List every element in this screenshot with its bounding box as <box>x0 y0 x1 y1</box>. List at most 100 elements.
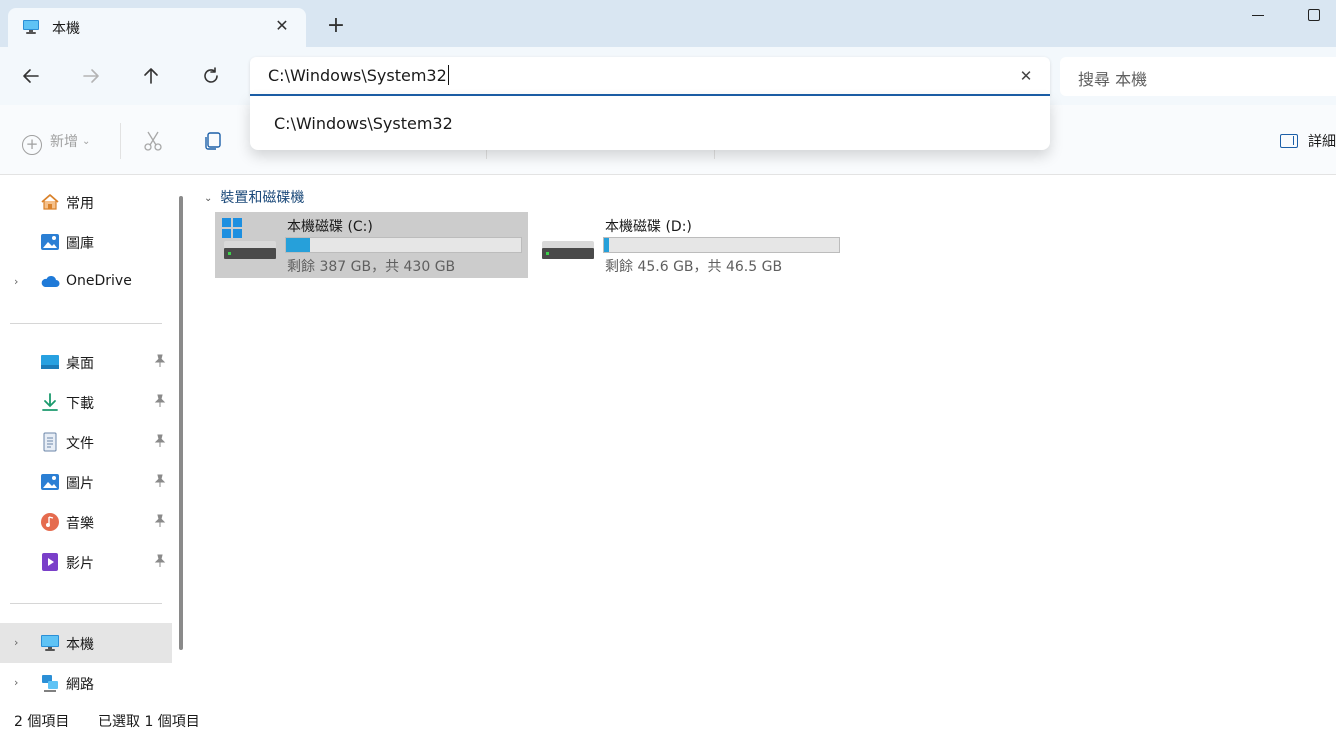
pin-icon[interactable] <box>153 554 167 568</box>
tab-title: 本機 <box>52 21 80 37</box>
sidebar-item-label: 音樂 <box>66 516 94 532</box>
sidebar-divider <box>10 323 162 324</box>
chevron-down-icon: ⌄ <box>204 193 213 204</box>
new-label: 新增 <box>50 134 78 150</box>
clear-address-button[interactable]: ✕ <box>1016 66 1036 86</box>
details-pane-button[interactable]: 詳細 <box>1280 131 1336 151</box>
drive-free-space: 剩餘 387 GB，共 430 GB <box>287 259 456 275</box>
gallery-icon <box>41 234 59 250</box>
sidebar-item-pictures[interactable]: 圖片 <box>0 462 172 502</box>
drive-usage-fill <box>286 238 310 252</box>
drive-c[interactable]: 本機磁碟 (C:) 剩餘 387 GB，共 430 GB <box>215 212 528 278</box>
pin-icon[interactable] <box>153 514 167 528</box>
command-separator <box>120 123 121 159</box>
hard-drive-icon <box>224 241 276 259</box>
drive-free-space: 剩餘 45.6 GB，共 46.5 GB <box>605 259 783 275</box>
pin-icon[interactable] <box>153 354 167 368</box>
status-item-count: 2 個項目 <box>14 714 70 730</box>
sidebar-item-label: 圖片 <box>66 476 94 492</box>
sidebar-item-music[interactable]: 音樂 <box>0 502 172 542</box>
cut-button[interactable] <box>141 129 165 153</box>
windows-logo-icon <box>222 218 242 238</box>
group-header-devices[interactable]: ⌄ 裝置和磁碟機 <box>204 187 304 207</box>
sidebar-item-home[interactable]: 常用 <box>0 182 172 222</box>
status-bar: 2 個項目 已選取 1 個項目 <box>0 707 1336 732</box>
address-suggestion-item[interactable]: C:\Windows\System32 <box>274 114 453 133</box>
sidebar-item-label: 常用 <box>66 196 94 212</box>
drive-usage-bar <box>285 237 522 253</box>
home-icon <box>41 194 59 210</box>
monitor-icon <box>41 635 59 651</box>
drive-usage-fill <box>604 238 609 252</box>
chevron-right-icon: › <box>14 275 19 288</box>
tab-this-pc[interactable]: 本機 ✕ <box>8 8 306 47</box>
sidebar-item-label: 影片 <box>66 556 94 572</box>
monitor-icon <box>23 20 39 34</box>
network-icon <box>42 675 58 692</box>
sidebar-item-label: 網路 <box>66 677 94 693</box>
sidebar-item-label: 桌面 <box>66 356 94 372</box>
search-input[interactable]: 搜尋 本機 <box>1078 66 1147 90</box>
sidebar-item-downloads[interactable]: 下載 <box>0 382 172 422</box>
plus-circle-icon: + <box>22 135 42 155</box>
refresh-button[interactable] <box>198 63 224 89</box>
arrow-right-icon <box>83 69 99 83</box>
address-text-wrap: C:\Windows\System32 <box>268 65 449 85</box>
sidebar-item-label: OneDrive <box>66 273 132 289</box>
sidebar-item-label: 下載 <box>66 396 94 412</box>
drive-name: 本機磁碟 (D:) <box>605 219 692 235</box>
chevron-down-icon: ⌄ <box>82 136 91 147</box>
address-bar[interactable]: C:\Windows\System32 ✕ <box>250 57 1050 96</box>
music-icon <box>41 513 59 531</box>
scissors-icon <box>144 131 162 151</box>
minimize-button[interactable] <box>1250 6 1268 24</box>
copy-icon <box>205 132 221 150</box>
search-box[interactable]: 搜尋 本機 <box>1060 57 1336 96</box>
chevron-right-icon: › <box>14 676 19 689</box>
sidebar-item-videos[interactable]: 影片 <box>0 542 172 582</box>
arrow-left-icon <box>23 69 39 83</box>
sidebar-item-desktop[interactable]: 桌面 <box>0 342 172 382</box>
navigation-pane: 常用 圖庫 › OneDrive 桌面 下載 文件 圖片 音樂 影片 › 本機 … <box>0 175 190 707</box>
drive-usage-bar <box>603 237 840 253</box>
sidebar-scrollbar[interactable] <box>179 196 183 650</box>
copy-button[interactable] <box>201 129 225 153</box>
sidebar-divider <box>10 603 162 604</box>
text-caret <box>447 65 449 85</box>
hard-drive-icon <box>542 241 594 259</box>
video-icon <box>42 553 58 571</box>
tab-close-button[interactable]: ✕ <box>272 16 292 36</box>
details-pane-icon <box>1280 134 1298 148</box>
sidebar-item-label: 本機 <box>66 637 94 653</box>
sidebar-item-documents[interactable]: 文件 <box>0 422 172 462</box>
sidebar-item-label: 圖庫 <box>66 236 94 252</box>
sidebar-item-onedrive[interactable]: › OneDrive <box>0 262 172 302</box>
drive-d[interactable]: 本機磁碟 (D:) 剩餘 45.6 GB，共 46.5 GB <box>533 212 846 278</box>
up-button[interactable] <box>138 63 164 89</box>
new-tab-button[interactable]: + <box>326 15 346 37</box>
back-button[interactable] <box>18 63 44 89</box>
address-suggestion-list: C:\Windows\System32 <box>250 96 1050 150</box>
chevron-right-icon: › <box>14 636 19 649</box>
desktop-icon <box>41 355 59 369</box>
details-label: 詳細 <box>1308 134 1336 150</box>
file-list: ⌄ 裝置和磁碟機 本機磁碟 (C:) 剩餘 387 GB，共 430 GB 本機磁… <box>192 175 1336 707</box>
status-selected-count: 已選取 1 個項目 <box>98 714 200 730</box>
download-icon <box>42 393 58 411</box>
pin-icon[interactable] <box>153 474 167 488</box>
sidebar-item-gallery[interactable]: 圖庫 <box>0 222 172 262</box>
refresh-icon <box>204 67 218 83</box>
pin-icon[interactable] <box>153 394 167 408</box>
address-input[interactable]: C:\Windows\System32 <box>268 66 447 85</box>
group-title: 裝置和磁碟機 <box>220 190 305 206</box>
pictures-icon <box>41 474 59 490</box>
forward-button[interactable] <box>78 63 104 89</box>
maximize-button[interactable] <box>1308 9 1320 21</box>
arrow-up-icon <box>144 68 158 84</box>
sidebar-item-this-pc[interactable]: › 本機 <box>0 623 172 663</box>
sidebar-item-network[interactable]: › 網路 <box>0 663 172 703</box>
new-button[interactable]: + 新增 ⌄ <box>22 131 91 155</box>
document-icon <box>43 432 57 452</box>
cloud-icon <box>41 275 60 287</box>
pin-icon[interactable] <box>153 434 167 448</box>
